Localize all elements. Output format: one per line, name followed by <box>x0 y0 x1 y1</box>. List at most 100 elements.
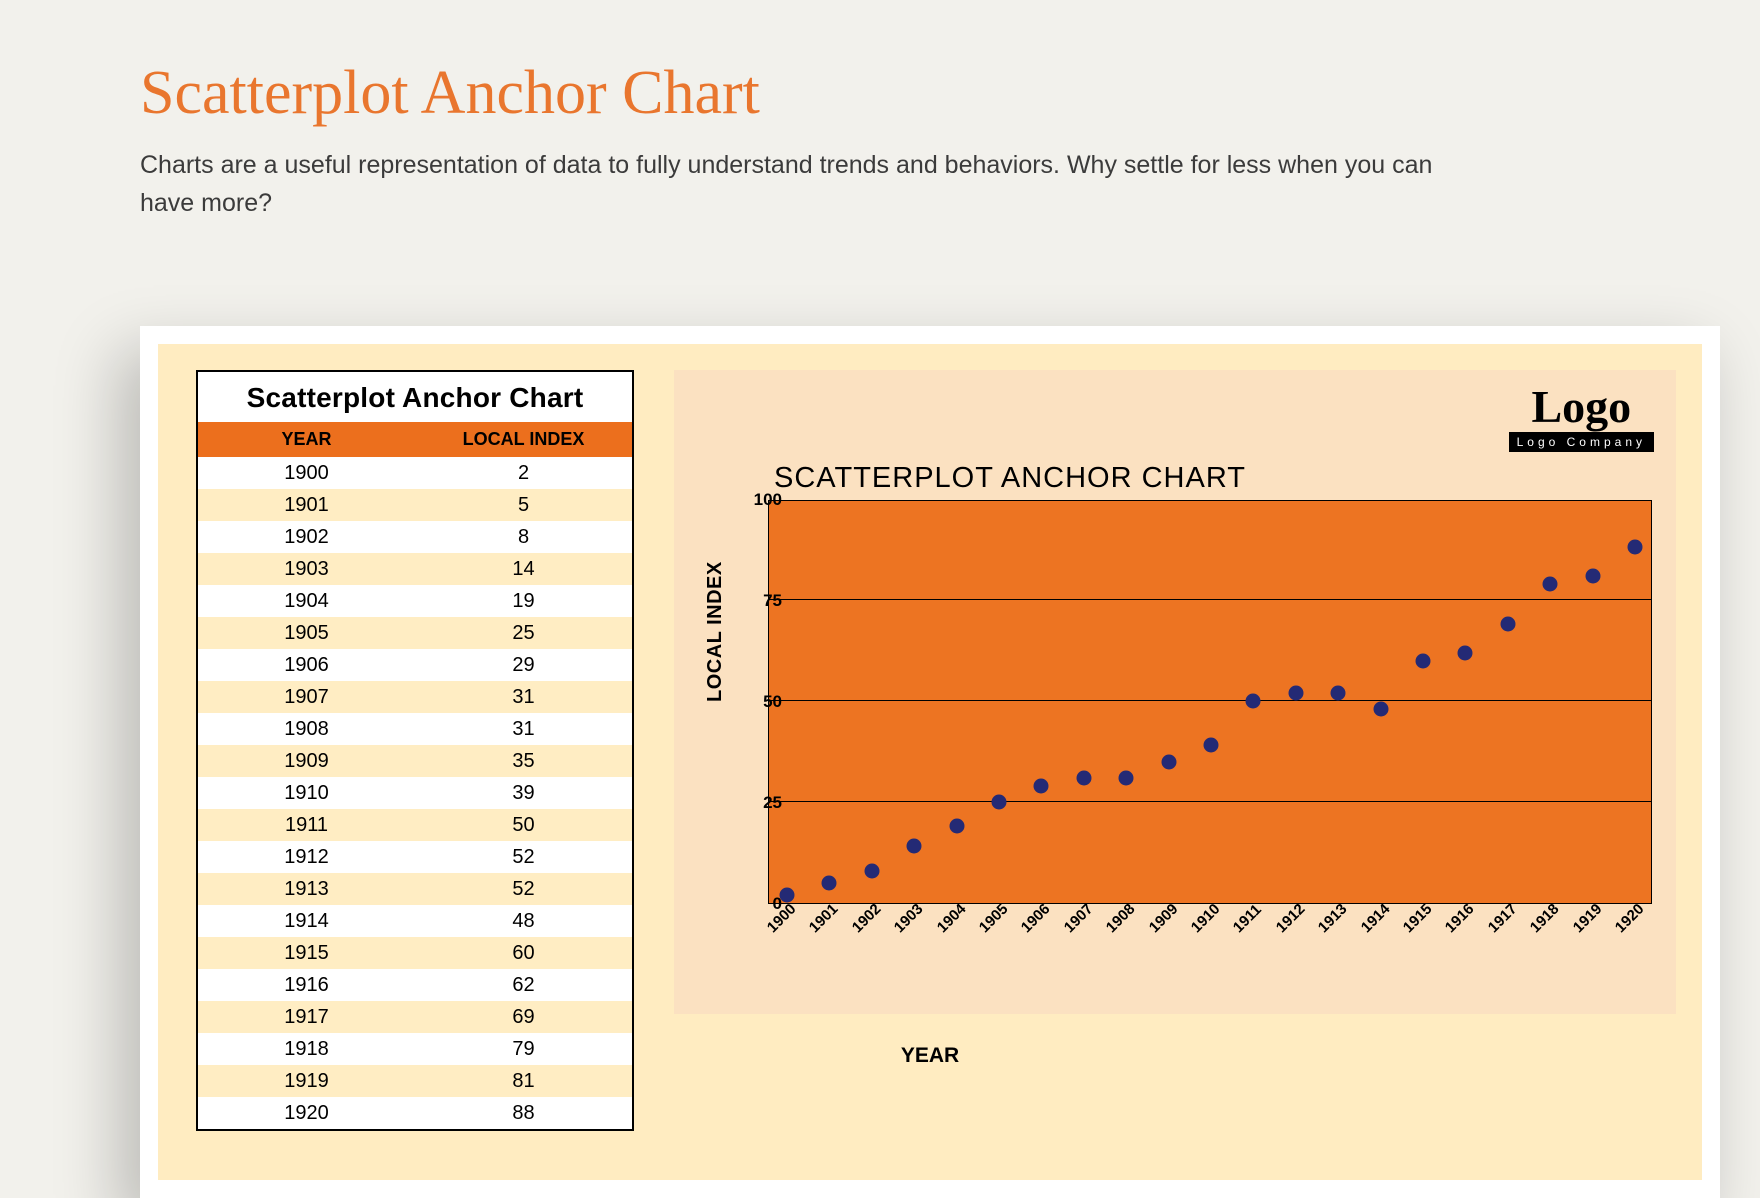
table-cell-year: 1911 <box>198 809 415 841</box>
x-tick: 1916 <box>1442 901 1478 937</box>
x-tick: 1912 <box>1273 901 1309 937</box>
table-cell-value: 8 <box>415 521 632 553</box>
table-cell-year: 1903 <box>198 553 415 585</box>
x-tick: 1913 <box>1315 901 1351 937</box>
table-cell-year: 1906 <box>198 649 415 681</box>
table-row: 191769 <box>198 1001 632 1033</box>
x-tick: 1920 <box>1612 901 1648 937</box>
table-row: 19015 <box>198 489 632 521</box>
table-cell-year: 1902 <box>198 521 415 553</box>
table-cell-year: 1909 <box>198 745 415 777</box>
table-cell-year: 1904 <box>198 585 415 617</box>
grid-line <box>769 599 1651 600</box>
table-cell-year: 1916 <box>198 969 415 1001</box>
table-row: 191560 <box>198 937 632 969</box>
table-cell-value: 48 <box>415 905 632 937</box>
table-cell-year: 1905 <box>198 617 415 649</box>
data-point <box>1628 540 1643 555</box>
table-cell-value: 19 <box>415 585 632 617</box>
x-tick: 1914 <box>1357 901 1393 937</box>
x-axis-label: YEAR <box>158 1044 1702 1068</box>
table-row: 190831 <box>198 713 632 745</box>
table-cell-value: 81 <box>415 1065 632 1097</box>
page-subtitle: Charts are a useful representation of da… <box>140 147 1460 222</box>
table-row: 190525 <box>198 617 632 649</box>
grid-line <box>769 801 1651 802</box>
table-cell-value: 14 <box>415 553 632 585</box>
grid-line <box>769 700 1651 701</box>
y-tick: 75 <box>763 591 782 611</box>
table-row: 190731 <box>198 681 632 713</box>
data-point <box>1246 694 1261 709</box>
data-point <box>864 863 879 878</box>
y-tick: 100 <box>754 490 782 510</box>
table-row: 191252 <box>198 841 632 873</box>
data-point <box>1288 685 1303 700</box>
table-cell-value: 50 <box>415 809 632 841</box>
table-cell-year: 1914 <box>198 905 415 937</box>
table-header-value: LOCAL INDEX <box>415 422 632 457</box>
table-row: 191039 <box>198 777 632 809</box>
table-title: Scatterplot Anchor Chart <box>198 372 632 422</box>
page-title: Scatterplot Anchor Chart <box>140 58 1760 129</box>
x-tick: 1918 <box>1527 901 1563 937</box>
data-point <box>1373 702 1388 717</box>
table-cell-value: 60 <box>415 937 632 969</box>
table-body: 1900219015190281903141904191905251906291… <box>198 457 632 1129</box>
table-cell-value: 52 <box>415 873 632 905</box>
chart-title: SCATTERPLOT ANCHOR CHART <box>774 462 1246 495</box>
table-cell-value: 25 <box>415 617 632 649</box>
table-cell-year: 1913 <box>198 873 415 905</box>
table-cell-year: 1920 <box>198 1097 415 1129</box>
data-point <box>907 839 922 854</box>
table-row: 19002 <box>198 457 632 489</box>
table-cell-value: 52 <box>415 841 632 873</box>
table-cell-year: 1917 <box>198 1001 415 1033</box>
table-cell-value: 31 <box>415 681 632 713</box>
logo-word: Logo <box>1509 384 1654 430</box>
table-cell-year: 1908 <box>198 713 415 745</box>
table-cell-year: 1919 <box>198 1065 415 1097</box>
chart-panel: Logo Logo Company SCATTERPLOT ANCHOR CHA… <box>674 370 1676 1014</box>
y-tick: 50 <box>763 692 782 712</box>
table-row: 191981 <box>198 1065 632 1097</box>
data-point <box>1076 770 1091 785</box>
table-header-year: YEAR <box>198 422 415 457</box>
data-point <box>822 875 837 890</box>
document-card: Scatterplot Anchor Chart YEAR LOCAL INDE… <box>140 326 1720 1198</box>
table-cell-year: 1901 <box>198 489 415 521</box>
x-tick: 1904 <box>933 901 969 937</box>
table-row: 19028 <box>198 521 632 553</box>
data-point <box>1458 645 1473 660</box>
x-tick: 1908 <box>1103 901 1139 937</box>
data-point <box>1161 754 1176 769</box>
data-point <box>949 819 964 834</box>
table-cell-year: 1907 <box>198 681 415 713</box>
data-point <box>992 795 1007 810</box>
table-cell-value: 35 <box>415 745 632 777</box>
table-row: 190935 <box>198 745 632 777</box>
table-cell-value: 69 <box>415 1001 632 1033</box>
x-tick: 1900 <box>764 901 800 937</box>
table-cell-value: 31 <box>415 713 632 745</box>
table-cell-value: 88 <box>415 1097 632 1129</box>
table-cell-value: 39 <box>415 777 632 809</box>
logo-strip: Logo Company <box>1509 432 1654 452</box>
data-point <box>1416 653 1431 668</box>
x-tick: 1915 <box>1400 901 1436 937</box>
table-row: 192088 <box>198 1097 632 1129</box>
logo: Logo Logo Company <box>1509 384 1654 452</box>
table-row: 190419 <box>198 585 632 617</box>
data-point <box>1585 568 1600 583</box>
data-table: Scatterplot Anchor Chart YEAR LOCAL INDE… <box>196 370 634 1131</box>
table-cell-value: 62 <box>415 969 632 1001</box>
data-point <box>1331 685 1346 700</box>
x-tick: 1905 <box>976 901 1012 937</box>
table-cell-year: 1910 <box>198 777 415 809</box>
table-row: 191448 <box>198 905 632 937</box>
table-cell-value: 29 <box>415 649 632 681</box>
table-row: 191662 <box>198 969 632 1001</box>
plot-area <box>768 500 1652 904</box>
document-frame: Scatterplot Anchor Chart YEAR LOCAL INDE… <box>158 344 1702 1180</box>
x-tick: 1901 <box>806 901 842 937</box>
